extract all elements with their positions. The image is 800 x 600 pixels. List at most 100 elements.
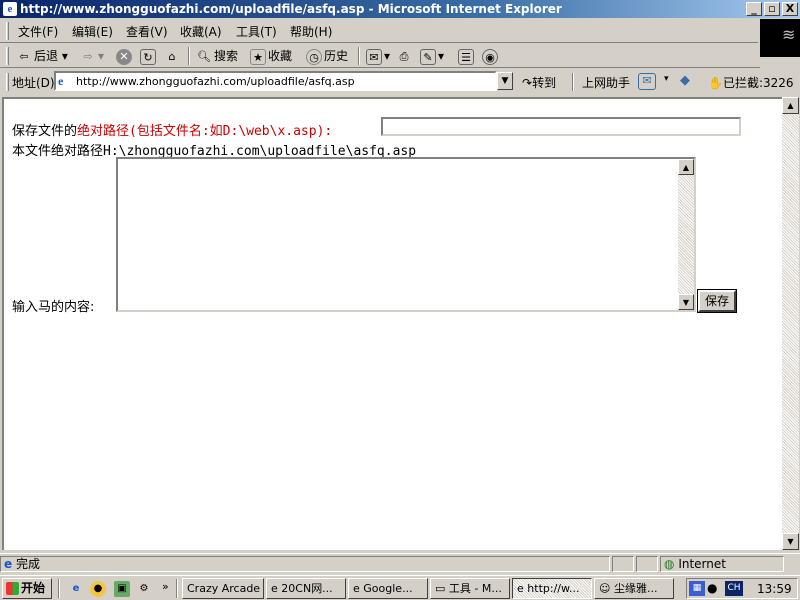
go-button[interactable]: ↷转到 bbox=[522, 74, 556, 91]
messenger-button[interactable]: ◉ bbox=[482, 47, 500, 65]
qq-quicklaunch-icon[interactable]: ● bbox=[90, 581, 106, 597]
content-textarea[interactable]: ▲ ▼ bbox=[116, 157, 696, 312]
task-crazy-arcade[interactable]: Crazy Arcade bbox=[182, 578, 264, 599]
menu-view[interactable]: 查看(V) bbox=[126, 23, 168, 40]
task-label: Google... bbox=[363, 582, 413, 595]
menu-file[interactable]: 文件(F) bbox=[18, 23, 58, 40]
go-arrow-icon: ↷ bbox=[522, 76, 533, 90]
toolbar-grip bbox=[6, 47, 9, 65]
task-label: 工具 - M... bbox=[448, 582, 502, 595]
address-dropdown-button[interactable]: ▼ bbox=[497, 72, 513, 90]
security-zone-panel: ◍ Internet bbox=[660, 556, 784, 572]
status-panel bbox=[636, 556, 658, 572]
content-label: 输入马的内容: bbox=[12, 300, 95, 315]
search-label: 搜索 bbox=[214, 49, 239, 63]
popup-blocked-counter[interactable]: ✋已拦截:3226 bbox=[708, 74, 794, 91]
scroll-down-button[interactable]: ▼ bbox=[678, 294, 694, 310]
task-ie-current[interactable]: e http://w... bbox=[512, 578, 592, 599]
refresh-button[interactable]: ↻ bbox=[140, 47, 158, 65]
task-tools[interactable]: ▭ 工具 - M... bbox=[430, 578, 510, 599]
window-title: http://www.zhongguofazhi.com/uploadfile/… bbox=[20, 2, 562, 16]
keyboard-icon[interactable]: ▦ bbox=[689, 581, 705, 596]
clock: 13:59 bbox=[757, 582, 792, 596]
taskbar-separator bbox=[58, 579, 60, 598]
address-url: http://www.zhongguofazhi.com/uploadfile/… bbox=[76, 75, 355, 88]
ie-icon: e bbox=[517, 582, 524, 595]
menu-tools[interactable]: 工具(T) bbox=[236, 23, 277, 40]
scroll-up-button[interactable]: ▲ bbox=[782, 97, 799, 114]
chat-icon: ☺ bbox=[599, 582, 611, 595]
task-google[interactable]: e Google... bbox=[348, 578, 428, 599]
folder-icon: ▭ bbox=[435, 582, 446, 595]
taskbar: 开始 e ● ▣ ⚙ » Crazy Arcade e 20CN网... e G… bbox=[0, 575, 800, 600]
scroll-down-button[interactable]: ▼ bbox=[782, 533, 799, 550]
menu-edit[interactable]: 编辑(E) bbox=[72, 23, 113, 40]
home-button[interactable]: ⌂ bbox=[164, 47, 182, 65]
save-path-label-prefix: 保存文件的 bbox=[12, 124, 78, 139]
app-quicklaunch-icon[interactable]: ⚙ bbox=[136, 581, 152, 597]
status-bar: e 完成 ◍ Internet bbox=[0, 553, 800, 573]
minimize-button[interactable]: _ bbox=[746, 2, 762, 16]
menu-favorites[interactable]: 收藏(A) bbox=[180, 23, 222, 40]
save-path-input[interactable] bbox=[381, 117, 741, 136]
blocked-count: 已拦截:3226 bbox=[722, 76, 794, 90]
edit-icon: ✎ bbox=[420, 48, 436, 65]
assistant-dropdown[interactable]: ▾ bbox=[664, 74, 669, 84]
history-icon: ◷ bbox=[306, 48, 322, 65]
search-button[interactable]: 🔍︎ 搜索 bbox=[196, 47, 238, 65]
mail-icon: ✉ bbox=[366, 48, 382, 65]
save-path-label: 保存文件的绝对路径(包括文件名:如D:\web\x.asp): bbox=[12, 120, 332, 139]
quicklaunch-more-chevron[interactable]: » bbox=[162, 580, 169, 593]
status-panel bbox=[612, 556, 634, 572]
system-tray: ▦ ● CH 13:59 bbox=[686, 578, 798, 599]
toolbar-grip bbox=[6, 73, 9, 91]
forward-arrow-icon: ⇨ bbox=[83, 49, 93, 63]
textarea-scrollbar[interactable]: ▲ ▼ bbox=[678, 159, 694, 310]
windows-flag-icon bbox=[6, 582, 19, 595]
history-button[interactable]: ◷ 历史 bbox=[306, 47, 348, 65]
zone-label: Internet bbox=[678, 557, 726, 571]
qq-tray-icon[interactable]: ● bbox=[707, 581, 717, 595]
print-button[interactable]: ⎙ bbox=[396, 47, 414, 65]
scroll-up-button[interactable]: ▲ bbox=[678, 159, 694, 175]
desktop-quicklaunch-icon[interactable]: ▣ bbox=[114, 581, 130, 597]
address-input[interactable]: e http://www.zhongguofazhi.com/uploadfil… bbox=[54, 71, 497, 91]
page-scrollbar[interactable]: ▲ ▼ bbox=[782, 97, 799, 550]
task-20cn[interactable]: e 20CN网... bbox=[266, 578, 346, 599]
mail-button[interactable]: ✉ ▾ bbox=[366, 47, 390, 65]
history-label: 历史 bbox=[324, 49, 349, 63]
menu-help[interactable]: 帮助(H) bbox=[290, 23, 332, 40]
assistant-tool-icon[interactable]: ◆ bbox=[680, 73, 698, 90]
close-button[interactable]: X bbox=[782, 2, 798, 16]
back-arrow-icon: ⇦ bbox=[19, 49, 29, 63]
throbber-icon: ≋ bbox=[782, 25, 796, 44]
task-label: http://w... bbox=[527, 582, 580, 595]
assistant-mail-icon[interactable]: ✉ bbox=[638, 73, 656, 90]
ie-icon: e bbox=[353, 582, 360, 595]
start-button[interactable]: 开始 bbox=[2, 578, 52, 599]
address-label: 地址(D) bbox=[12, 76, 55, 90]
back-button[interactable]: ⇦ 后退 ▾ bbox=[16, 47, 67, 65]
page-icon: e bbox=[58, 74, 64, 88]
address-bar: 地址(D) e http://www.zhongguofazhi.com/upl… bbox=[0, 69, 800, 95]
windows-logo: ≋ bbox=[760, 19, 800, 57]
refresh-icon: ↻ bbox=[140, 48, 156, 65]
favorites-button[interactable]: ★ 收藏 bbox=[250, 47, 292, 65]
home-icon: ⌂ bbox=[168, 49, 176, 63]
restore-button[interactable]: ▫ bbox=[764, 2, 780, 16]
edit-button[interactable]: ✎ ▾ bbox=[420, 47, 444, 65]
toolbar-separator bbox=[188, 47, 190, 65]
save-path-label-hint: 绝对路径(包括文件名:如D:\web\x.asp): bbox=[77, 124, 333, 139]
menu-bar: 文件(F) 编辑(E) 查看(V) 收藏(A) 工具(T) 帮助(H) bbox=[0, 19, 758, 43]
stop-icon: ✕ bbox=[116, 48, 132, 65]
task-chenyuan[interactable]: ☺ 尘缘雅... bbox=[594, 578, 674, 599]
discuss-button[interactable]: ☰ bbox=[458, 47, 476, 65]
ie-quicklaunch-icon[interactable]: e bbox=[68, 581, 84, 597]
language-indicator[interactable]: CH bbox=[725, 581, 743, 596]
toolbar-separator bbox=[572, 73, 574, 91]
save-button[interactable]: 保存 bbox=[697, 289, 737, 313]
task-label: 20CN网... bbox=[281, 582, 333, 595]
stop-button[interactable]: ✕ bbox=[116, 47, 134, 65]
forward-button[interactable]: ⇨ ▾ bbox=[80, 47, 104, 65]
messenger-icon: ◉ bbox=[482, 48, 498, 65]
